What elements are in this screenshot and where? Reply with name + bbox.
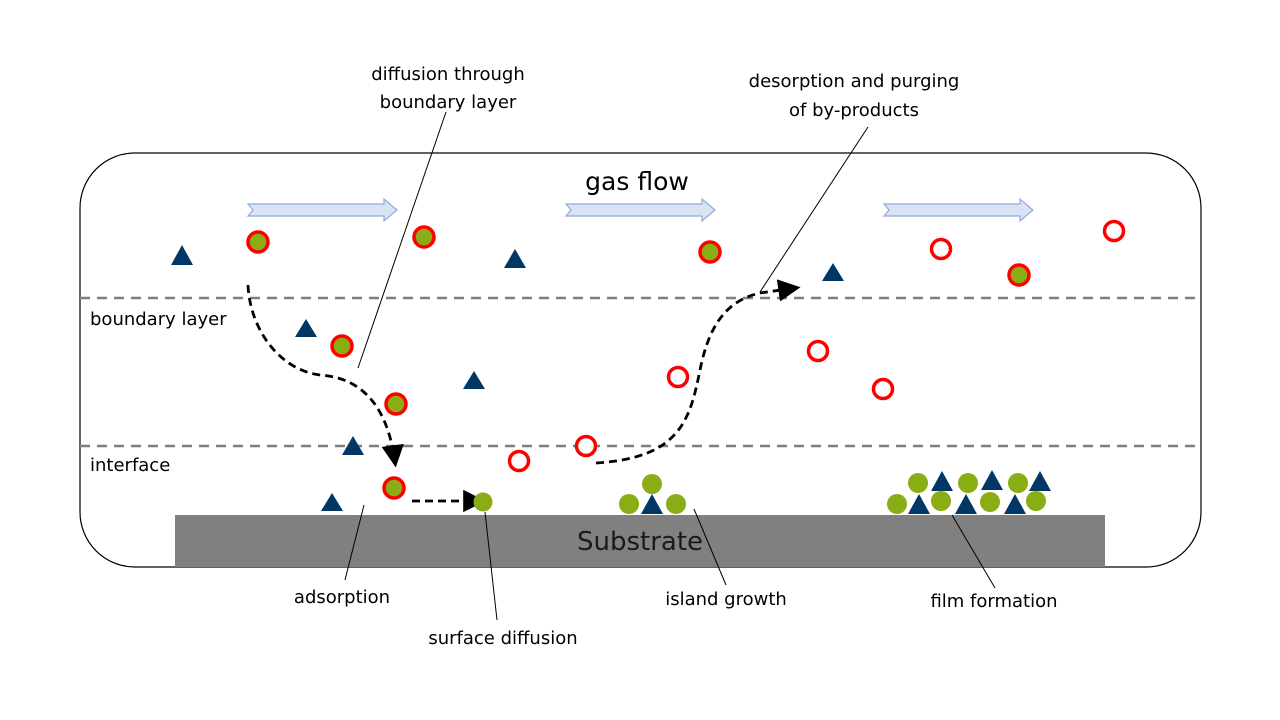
adsorbed-atom <box>908 473 928 493</box>
reactant-triangle <box>1004 494 1026 514</box>
desorption-path-arrow <box>595 279 801 465</box>
desorption-label-line1: desorption and purging <box>749 71 960 92</box>
by-product <box>1102 219 1126 243</box>
adsorbed-atom <box>1008 473 1028 493</box>
adsorbed-atom <box>473 492 493 512</box>
precursor-molecule <box>412 225 436 249</box>
boundary-layer-label: boundary layer <box>90 309 227 330</box>
flow-arrow-icon <box>246 197 398 223</box>
cvd-diagram: Substrate gas flow boundary layer interf… <box>79 64 1202 649</box>
interface-label: interface <box>90 455 170 476</box>
reactant-triangle <box>295 319 317 337</box>
reactant-triangle <box>463 371 485 389</box>
reactant-triangle <box>504 249 526 268</box>
adsorbed-atom <box>980 492 1000 512</box>
flow-arrow-icon <box>564 197 716 223</box>
reactant-triangle <box>171 245 193 265</box>
adsorbed-atom <box>666 494 686 514</box>
film-layer <box>887 470 1051 514</box>
adsorbed-atom <box>1026 491 1046 511</box>
reactant-triangle <box>908 494 930 514</box>
substrate-label: Substrate <box>577 527 703 557</box>
flow-arrow-icon <box>882 197 1034 223</box>
by-product <box>574 434 598 458</box>
reactant-triangle <box>321 493 343 511</box>
reactant-triangle <box>641 494 663 514</box>
precursor-molecule <box>1007 263 1031 287</box>
by-products <box>507 219 1126 473</box>
island-growth-label: island growth <box>665 589 787 610</box>
adsorbed-atom <box>931 491 951 511</box>
reactant-triangle <box>981 470 1003 490</box>
adsorbed-atom <box>642 474 662 494</box>
desorption-label-line2: of by-products <box>789 100 919 121</box>
precursor-molecule <box>382 476 406 500</box>
precursor-molecule <box>246 230 270 254</box>
film-formation-label: film formation <box>930 591 1057 612</box>
precursor-molecule <box>330 334 354 358</box>
precursor-molecule <box>384 392 408 416</box>
reactant-triangle <box>955 494 977 514</box>
by-product <box>507 449 531 473</box>
reactant-triangle <box>931 471 953 491</box>
gas-flow-label: gas flow <box>585 167 689 196</box>
desorption-leader-line <box>759 126 869 293</box>
adsorbed-atom <box>619 494 639 514</box>
adsorbed-atom <box>887 494 907 514</box>
precursor-molecule <box>698 240 722 264</box>
diffusion-label-line2: boundary layer <box>380 92 517 113</box>
by-product <box>806 339 830 363</box>
adsorbed-atom <box>958 473 978 493</box>
by-product <box>666 365 690 389</box>
reactant-triangle <box>822 263 844 281</box>
diffusion-path-arrow <box>246 284 404 468</box>
reactant-triangle <box>1029 471 1051 491</box>
surface-diffusion-label: surface diffusion <box>428 628 577 649</box>
by-product <box>871 377 895 401</box>
reactant-species <box>171 245 844 511</box>
by-product <box>929 237 953 261</box>
diffusion-label-line1: diffusion through <box>371 64 524 85</box>
adsorption-label: adsorption <box>294 587 390 608</box>
gas-flow-arrows <box>246 197 1034 223</box>
island-cluster <box>619 474 686 514</box>
